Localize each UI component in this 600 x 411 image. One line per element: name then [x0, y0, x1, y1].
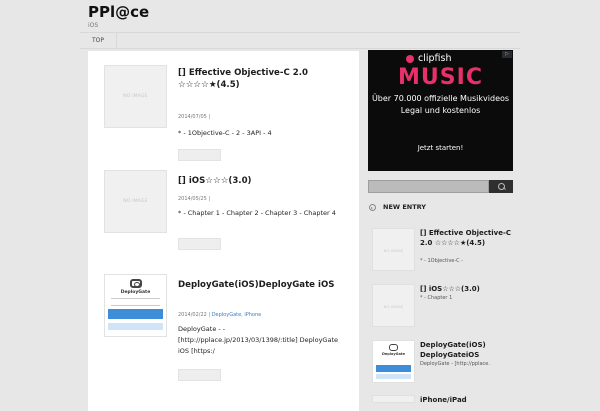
- ad-brand: clipfish: [418, 53, 452, 64]
- entry-title[interactable]: [] iOS☆☆☆(3.0): [420, 284, 518, 294]
- entry-title[interactable]: [] Effective Objective-C 2.0 ☆☆☆☆★(4.5): [420, 228, 518, 248]
- post-title[interactable]: DeployGate(iOS)DeployGate iOS: [178, 279, 343, 291]
- site-description: iOS: [88, 22, 99, 29]
- advertisement-banner[interactable]: ▷ clipfish MUSIC Über 70.000 offizielle …: [368, 50, 513, 171]
- ad-choices-icon[interactable]: ▷: [502, 51, 512, 58]
- post-thumbnail[interactable]: NO IMAGE: [104, 170, 167, 233]
- search-button[interactable]: [489, 180, 513, 193]
- no-image-label: NO IMAGE: [383, 249, 404, 253]
- entry-title[interactable]: iPhone/iPad: [420, 395, 518, 405]
- ad-headline: MUSIC: [398, 65, 483, 90]
- sidebar-entry[interactable]: NO IMAGE [] iOS☆☆☆(3.0) * - Chapter 1: [372, 284, 522, 329]
- search-icon-handle: [503, 187, 506, 190]
- no-image-label: NO IMAGE: [123, 199, 148, 204]
- post-date: 2014/05/25 |: [178, 196, 211, 202]
- global-nav: TOP: [80, 32, 520, 49]
- entry-excerpt: * - Chapter 1: [420, 295, 453, 301]
- thumbnail-banner-secondary: [108, 323, 163, 330]
- post-meta: 2014/02/22 | DeployGate, iPhone: [178, 312, 262, 318]
- no-image-label: NO IMAGE: [383, 305, 404, 309]
- arrow-circle-icon: [369, 204, 376, 211]
- post-thumbnail[interactable]: DeployGate: [104, 274, 167, 337]
- thumbnail-caption: DeployGate: [382, 352, 405, 356]
- sidebar-entry[interactable]: DeployGate DeployGate(iOS) DeployGateiOS…: [372, 340, 522, 385]
- entry-thumbnail[interactable]: NO IMAGE: [372, 228, 415, 271]
- no-image-label: NO IMAGE: [123, 94, 148, 99]
- ad-cta[interactable]: Jetzt starten!: [368, 144, 513, 152]
- post-date: 2014/07/05 |: [178, 114, 211, 120]
- thumbnail-text-lines: [111, 298, 160, 306]
- thumbnail-banner-secondary: [376, 374, 411, 379]
- ad-text-line1: Über 70.000 offizielle Musikvideos: [371, 94, 510, 103]
- thumbnail-banner: [108, 309, 163, 319]
- entry-thumbnail[interactable]: DeployGate: [372, 340, 415, 383]
- post-excerpt: * - Chapter 1 - Chapter 2 - Chapter 3 - …: [178, 209, 336, 217]
- read-more-button[interactable]: [178, 149, 221, 161]
- clipfish-logo-icon: [406, 55, 414, 63]
- entry-thumbnail[interactable]: NO IMAGE: [372, 284, 415, 327]
- deploygate-logo-icon: [389, 344, 398, 351]
- search-input[interactable]: [368, 180, 489, 193]
- entry-excerpt: DeployGate - [http://pplace.: [420, 361, 490, 367]
- nav-item-top[interactable]: TOP: [80, 33, 117, 48]
- site-title[interactable]: PPl@ce: [88, 3, 149, 21]
- sidebar-entry[interactable]: NO IMAGE [] Effective Objective-C 2.0 ☆☆…: [372, 228, 522, 273]
- post-title[interactable]: [] Effective Objective-C 2.0 ☆☆☆☆★(4.5): [178, 67, 343, 91]
- post-date: 2014/02/22 |: [178, 312, 211, 318]
- entry-thumbnail[interactable]: [372, 395, 415, 403]
- tag-link-iphone[interactable]: iPhone: [244, 312, 261, 318]
- entry-excerpt: * - 1Objective-C -: [420, 258, 464, 264]
- post-item: NO IMAGE [] Effective Objective-C 2.0 ☆☆…: [104, 65, 349, 161]
- read-more-button[interactable]: [178, 369, 221, 381]
- thumbnail-caption: DeployGate: [120, 290, 151, 295]
- post-meta: 2014/05/25 |: [178, 196, 210, 202]
- main-content: NO IMAGE [] Effective Objective-C 2.0 ☆☆…: [88, 51, 359, 411]
- post-thumbnail[interactable]: NO IMAGE: [104, 65, 167, 128]
- sidebar-entry[interactable]: iPhone/iPad: [372, 395, 522, 405]
- post-excerpt: * - 1Objective-C - 2 - 3API - 4: [178, 129, 272, 137]
- tag-link-deploygate[interactable]: DeployGate: [212, 312, 241, 318]
- read-more-button[interactable]: [178, 238, 221, 250]
- post-meta: 2014/07/05 |: [178, 114, 210, 120]
- deploygate-logo-icon: [130, 279, 142, 288]
- post-title[interactable]: [] iOS☆☆☆(3.0): [178, 175, 343, 187]
- thumbnail-banner: [376, 365, 411, 372]
- entry-title[interactable]: DeployGate(iOS) DeployGateiOS: [420, 340, 518, 360]
- post-excerpt: DeployGate - - [http://pplace.jp/2013/03…: [178, 325, 339, 355]
- post-item: DeployGate DeployGate(iOS)DeployGate iOS…: [104, 274, 349, 409]
- ad-text-line2: Legal und kostenlos: [400, 106, 481, 115]
- sidebar-heading-text: NEW ENTRY: [383, 203, 426, 211]
- post-item: NO IMAGE [] iOS☆☆☆(3.0) 2014/05/25 | * -…: [104, 170, 349, 265]
